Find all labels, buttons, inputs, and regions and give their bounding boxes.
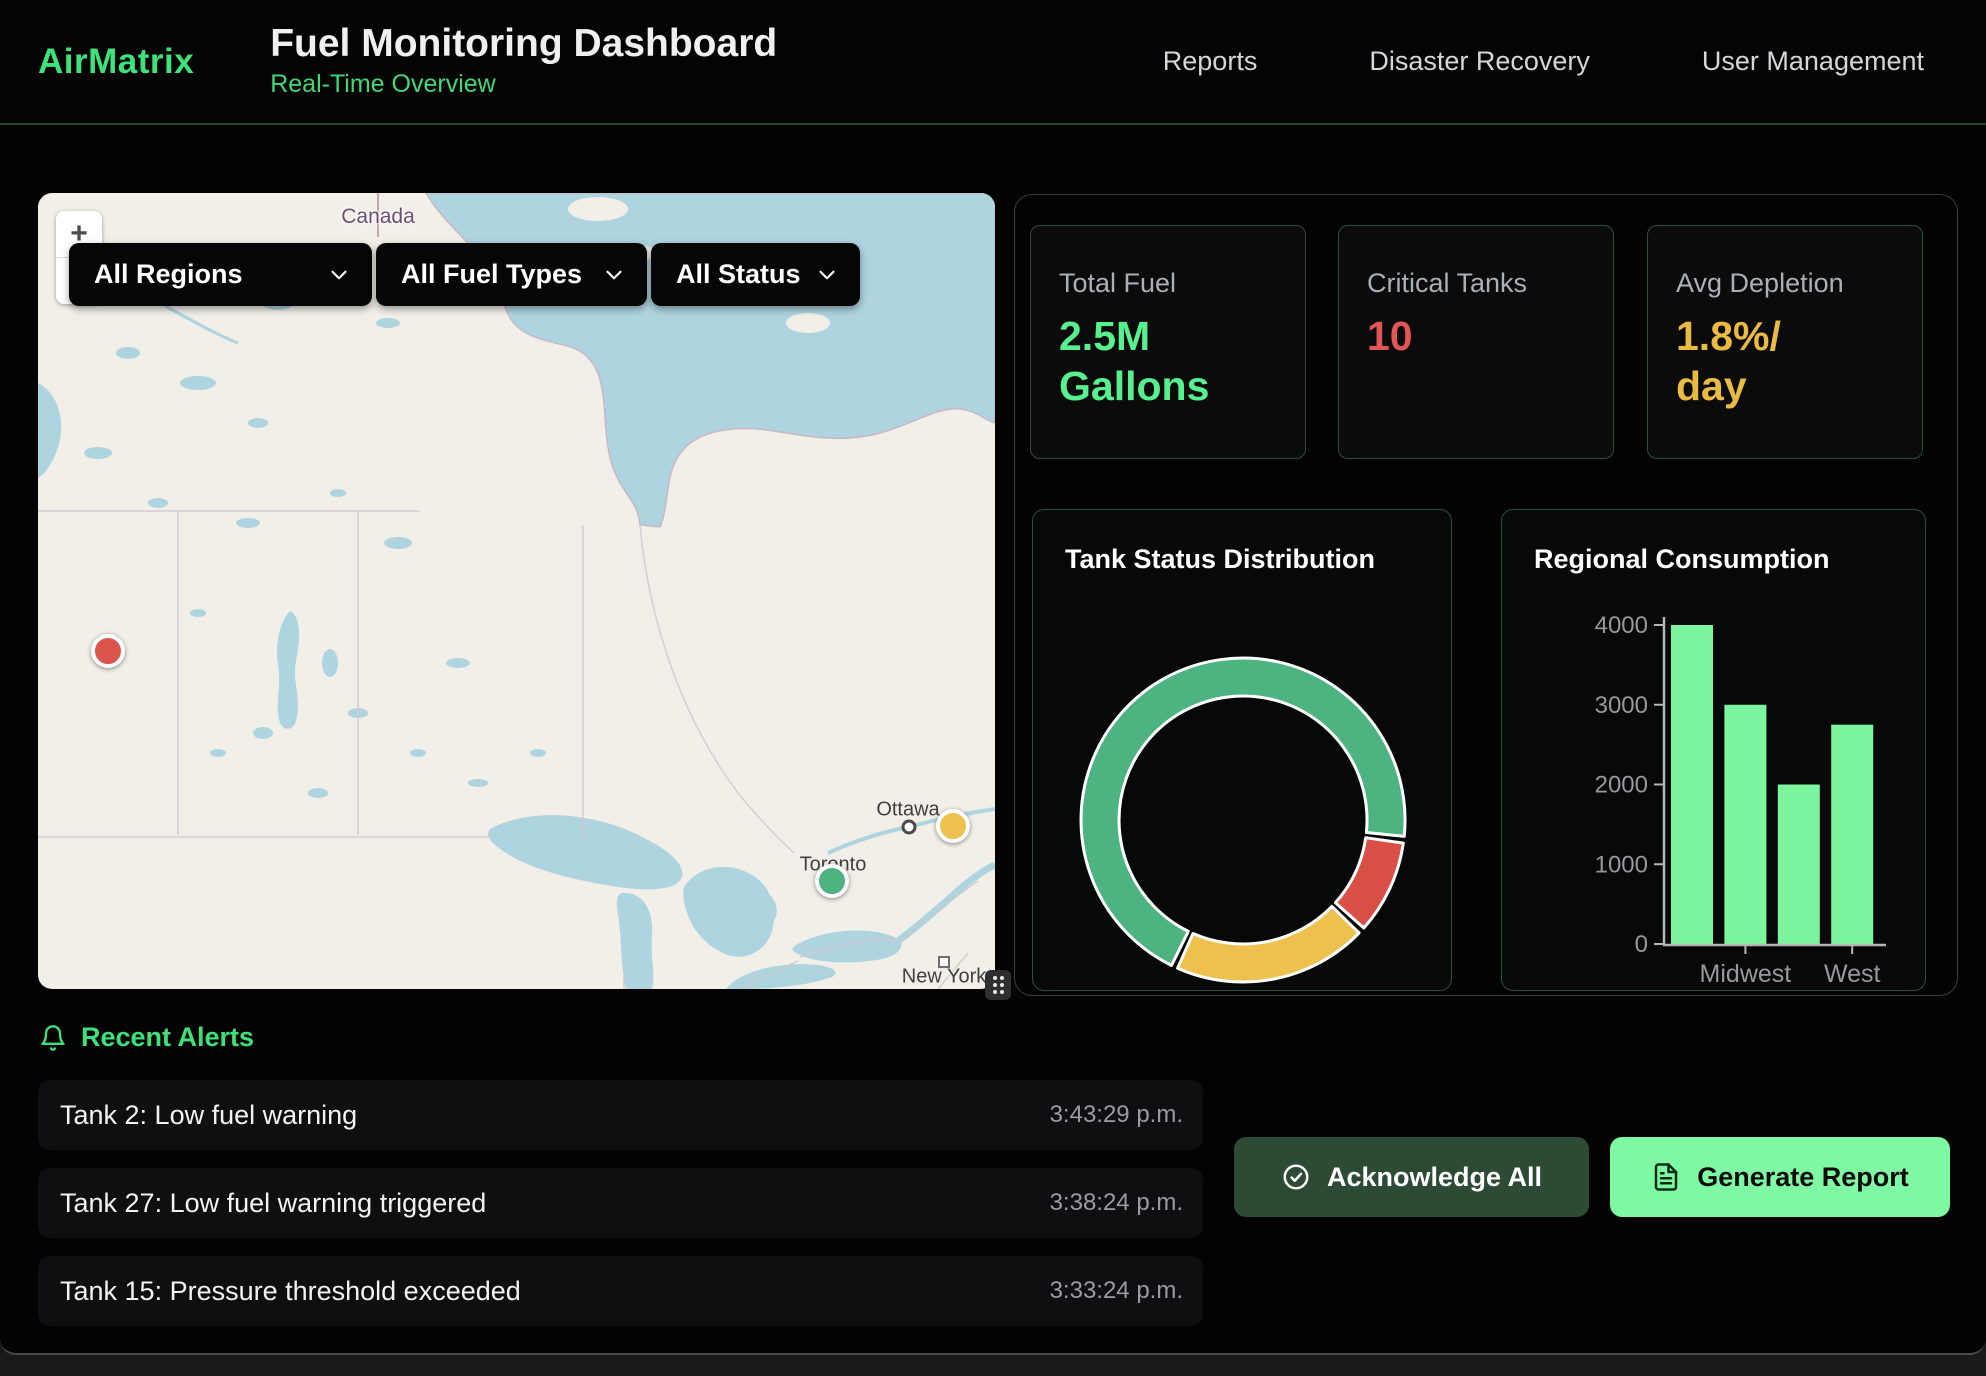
- kpi-card-critical-tanks: Critical Tanks 10: [1338, 225, 1614, 459]
- generate-report-label: Generate Report: [1697, 1162, 1909, 1193]
- kpi-label: Critical Tanks: [1367, 268, 1613, 299]
- bar-x-tick-label: Midwest: [1700, 960, 1792, 988]
- chevron-down-icon: [326, 262, 352, 288]
- chevron-down-icon: [601, 262, 627, 288]
- alert-text: Tank 15: Pressure threshold exceeded: [60, 1276, 521, 1307]
- map-drag-handle[interactable]: [985, 970, 1011, 1000]
- header: AirMatrix Fuel Monitoring Dashboard Real…: [0, 0, 1986, 125]
- recent-alerts-header: Recent Alerts: [39, 1022, 254, 1053]
- donut-segment-warning: [1178, 906, 1360, 982]
- alert-row: Tank 2: Low fuel warning 3:43:29 p.m.: [38, 1080, 1203, 1150]
- regional-consumption-card: Regional Consumption 0 1000 2000 3000 4000 Mi…: [1501, 509, 1926, 991]
- title-block: Fuel Monitoring Dashboard Real-Time Over…: [270, 24, 777, 100]
- map-city-label-new-york: New York: [902, 966, 987, 989]
- chevron-down-icon: [814, 262, 840, 288]
- kpi-label: Total Fuel: [1059, 268, 1305, 299]
- bar-3: [1831, 725, 1873, 944]
- alert-time: 3:43:29 p.m.: [1050, 1101, 1183, 1129]
- bar-y-tick: 3000: [1595, 692, 1648, 719]
- kpi-card-total-fuel: Total Fuel 2.5M Gallons: [1030, 225, 1306, 459]
- kpi-value: 2.5M Gallons: [1059, 311, 1234, 411]
- chart-title: Tank Status Distribution: [1065, 544, 1375, 575]
- tank-marker-critical[interactable]: [91, 634, 125, 668]
- map-city-marker: [938, 956, 950, 968]
- kpi-label: Avg Depletion: [1676, 268, 1922, 299]
- brand-logo[interactable]: AirMatrix: [38, 42, 194, 82]
- check-circle-icon: [1281, 1162, 1311, 1192]
- donut-segment-critical: [1335, 838, 1403, 928]
- bar-1: [1724, 705, 1766, 944]
- tank-status-card: Tank Status Distribution: [1032, 509, 1452, 991]
- fuel-type-filter-value: All Fuel Types: [401, 259, 582, 290]
- status-filter-value: All Status: [676, 259, 801, 290]
- bell-icon: [39, 1024, 67, 1052]
- nav-item-user-management[interactable]: User Management: [1702, 46, 1924, 77]
- bar-y-tick: 1000: [1595, 851, 1648, 878]
- map-city-marker: [902, 820, 917, 835]
- fuel-type-filter-dropdown[interactable]: All Fuel Types: [376, 243, 647, 306]
- bar-y-tick: 4000: [1595, 612, 1648, 639]
- status-filter-dropdown[interactable]: All Status: [651, 243, 860, 306]
- recent-alerts-title: Recent Alerts: [81, 1022, 254, 1053]
- acknowledge-all-button[interactable]: Acknowledge All: [1234, 1137, 1589, 1217]
- alert-text: Tank 2: Low fuel warning: [60, 1100, 357, 1131]
- kpi-value: 10: [1367, 311, 1542, 361]
- page-title: Fuel Monitoring Dashboard: [270, 24, 777, 65]
- region-filter-dropdown[interactable]: All Regions: [69, 243, 372, 306]
- nav-item-disaster-recovery[interactable]: Disaster Recovery: [1369, 46, 1590, 77]
- bar-y-tick: 2000: [1595, 772, 1648, 799]
- fuel-map[interactable]: Canada OttawaTorontoNew York + − All Reg…: [38, 193, 995, 989]
- tank-status-donut-chart: [1033, 510, 1453, 992]
- bar-y-tick: 0: [1635, 931, 1648, 958]
- page-subtitle: Real-Time Overview: [270, 70, 777, 99]
- alert-time: 3:38:24 p.m.: [1050, 1189, 1183, 1217]
- alert-time: 3:33:24 p.m.: [1050, 1277, 1183, 1305]
- nav-item-reports[interactable]: Reports: [1163, 46, 1258, 77]
- map-city-label-ottawa: Ottawa: [876, 799, 939, 822]
- alert-row: Tank 15: Pressure threshold exceeded 3:3…: [38, 1256, 1203, 1326]
- bar-2: [1778, 785, 1820, 945]
- tank-marker-warning[interactable]: [936, 809, 970, 843]
- map-label-country: Canada: [341, 205, 415, 229]
- tank-marker-normal[interactable]: [815, 864, 849, 898]
- main-nav: Reports Disaster Recovery User Managemen…: [1163, 46, 1986, 77]
- generate-report-button[interactable]: Generate Report: [1610, 1137, 1950, 1217]
- kpi-card-avg-depletion: Avg Depletion 1.8%/​day: [1647, 225, 1923, 459]
- acknowledge-all-label: Acknowledge All: [1327, 1162, 1542, 1193]
- app-window: AirMatrix Fuel Monitoring Dashboard Real…: [0, 0, 1986, 1355]
- regional-consumption-bar-chart: 0 1000 2000 3000 4000 Midwest West: [1502, 510, 1927, 992]
- alert-row: Tank 27: Low fuel warning triggered 3:38…: [38, 1168, 1203, 1238]
- document-icon: [1651, 1162, 1681, 1192]
- kpi-value: 1.8%/​day: [1676, 311, 1851, 411]
- map-filter-bar: All Regions All Fuel Types All Status: [69, 243, 860, 306]
- bar-x-tick-label: West: [1824, 960, 1881, 988]
- bar-0: [1671, 625, 1713, 944]
- alert-text: Tank 27: Low fuel warning triggered: [60, 1188, 486, 1219]
- region-filter-value: All Regions: [94, 259, 243, 290]
- chart-title: Regional Consumption: [1534, 544, 1829, 575]
